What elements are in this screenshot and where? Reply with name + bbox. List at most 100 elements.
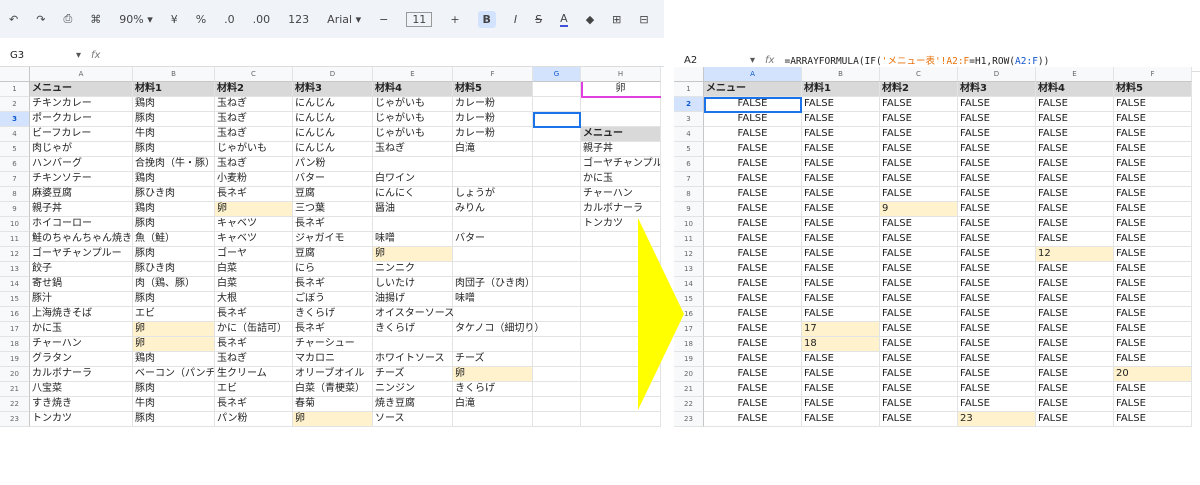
row-header[interactable]: 1 [0, 82, 30, 97]
cell[interactable]: FALSE [704, 157, 802, 172]
column-header-e[interactable]: E [373, 67, 453, 82]
cell[interactable]: 味噌 [453, 292, 533, 307]
percent-format-button[interactable]: % [196, 13, 206, 26]
row-header[interactable]: 13 [0, 262, 30, 277]
cell[interactable]: 豚肉 [133, 412, 215, 427]
cell[interactable]: 寄せ鍋 [30, 277, 133, 292]
number-format-button[interactable]: 123 [288, 13, 309, 26]
cell[interactable]: FALSE [704, 322, 802, 337]
cell[interactable]: 味噌 [373, 232, 453, 247]
cell[interactable]: 豚肉 [133, 142, 215, 157]
cell[interactable] [533, 82, 581, 97]
cell[interactable] [533, 292, 581, 307]
cell[interactable]: FALSE [802, 142, 880, 157]
cell[interactable] [533, 397, 581, 412]
cell[interactable]: FALSE [1036, 142, 1114, 157]
cell[interactable]: FALSE [1036, 367, 1114, 382]
cell[interactable]: FALSE [880, 292, 958, 307]
name-box[interactable]: A2 [674, 55, 750, 66]
cell[interactable]: FALSE [1036, 157, 1114, 172]
cell[interactable]: FALSE [802, 397, 880, 412]
cell[interactable]: FALSE [958, 367, 1036, 382]
cell[interactable]: FALSE [704, 307, 802, 322]
cell[interactable]: FALSE [802, 112, 880, 127]
cell[interactable] [533, 337, 581, 352]
cell[interactable]: FALSE [1036, 232, 1114, 247]
cell[interactable] [453, 412, 533, 427]
cell[interactable]: チキンカレー [30, 97, 133, 112]
cell[interactable]: ソース [373, 412, 453, 427]
row-header[interactable]: 10 [0, 217, 30, 232]
formula-text[interactable]: =ARRAYFORMULA(IF('メニュー表'!A2:F=H1,ROW(A2:… [784, 53, 1049, 67]
cell[interactable]: きくらげ [373, 322, 453, 337]
cell[interactable]: FALSE [1114, 352, 1192, 367]
left-cell-grid[interactable]: A B C D E F G H 1 メニュー 材料1 材料2 材料3 材料4 材料5 卵 2 チキンカレー 鶏肉 玉ね… [0, 67, 661, 427]
cell[interactable]: FALSE [802, 307, 880, 322]
column-header-d[interactable]: D [293, 67, 373, 82]
row-header[interactable]: 6 [674, 157, 704, 172]
cell[interactable]: FALSE [704, 397, 802, 412]
cell[interactable]: じゃがいも [215, 142, 293, 157]
cell[interactable]: みりん [453, 202, 533, 217]
cell[interactable] [533, 97, 581, 112]
cell[interactable]: FALSE [1114, 412, 1192, 427]
row-header[interactable]: 22 [0, 397, 30, 412]
cell[interactable]: FALSE [880, 217, 958, 232]
redo-icon[interactable]: ↷ [36, 13, 45, 26]
cell[interactable]: 長ネギ [293, 277, 373, 292]
corner-cell[interactable] [0, 67, 30, 82]
cell[interactable]: FALSE [958, 142, 1036, 157]
cell[interactable]: バター [293, 172, 373, 187]
cell[interactable]: 玉ねぎ [215, 112, 293, 127]
cell[interactable]: バター [453, 232, 533, 247]
cell[interactable]: FALSE [1114, 322, 1192, 337]
column-header-b[interactable]: B [133, 67, 215, 82]
cell[interactable]: FALSE [802, 172, 880, 187]
cell[interactable]: ホイコーロー [30, 217, 133, 232]
cell[interactable]: 小麦粉 [215, 172, 293, 187]
cell[interactable]: にんじん [293, 112, 373, 127]
row-header[interactable]: 19 [0, 352, 30, 367]
row-header[interactable]: 23 [0, 412, 30, 427]
cell[interactable]: ビーフカレー [30, 127, 133, 142]
row-header[interactable]: 9 [674, 202, 704, 217]
cell[interactable]: カレー粉 [453, 112, 533, 127]
cell[interactable]: 焼き豆腐 [373, 397, 453, 412]
cell[interactable]: FALSE [1114, 247, 1192, 262]
borders-icon[interactable]: ⊞ [612, 13, 621, 26]
row-header[interactable]: 4 [674, 127, 704, 142]
cell[interactable]: FALSE [704, 412, 802, 427]
cell[interactable]: かに（缶詰可） [215, 322, 293, 337]
cell[interactable]: 長ネギ [215, 337, 293, 352]
cell[interactable]: FALSE [880, 262, 958, 277]
cell[interactable]: FALSE [802, 97, 880, 112]
cell[interactable]: FALSE [704, 262, 802, 277]
cell[interactable]: 鮭のちゃんちゃん焼き [30, 232, 133, 247]
cell[interactable]: FALSE [802, 157, 880, 172]
row-header[interactable]: 23 [674, 412, 704, 427]
cell[interactable]: にんにく [373, 187, 453, 202]
cell[interactable]: 合挽肉（牛・豚） [133, 157, 215, 172]
cell[interactable]: FALSE [802, 247, 880, 262]
cell[interactable]: ジャガイモ [293, 232, 373, 247]
row-header[interactable]: 20 [0, 367, 30, 382]
row-header[interactable]: 6 [0, 157, 30, 172]
cell[interactable]: 卵 [215, 202, 293, 217]
cell[interactable]: 豚汁 [30, 292, 133, 307]
cell[interactable]: 牛肉 [133, 127, 215, 142]
cell[interactable]: 餃子 [30, 262, 133, 277]
cell[interactable]: 醤油 [373, 202, 453, 217]
cell[interactable]: FALSE [958, 292, 1036, 307]
cell[interactable]: 材料1 [802, 82, 880, 97]
cell[interactable]: FALSE [802, 232, 880, 247]
cell[interactable]: チーズ [453, 352, 533, 367]
row-header[interactable]: 9 [0, 202, 30, 217]
cell[interactable]: にんじん [293, 127, 373, 142]
cell[interactable]: FALSE [958, 112, 1036, 127]
corner-cell[interactable] [674, 67, 704, 82]
cell[interactable] [533, 352, 581, 367]
cell[interactable] [533, 187, 581, 202]
cell[interactable]: FALSE [1114, 142, 1192, 157]
cell[interactable]: 豚肉 [133, 217, 215, 232]
cell[interactable]: FALSE [704, 232, 802, 247]
